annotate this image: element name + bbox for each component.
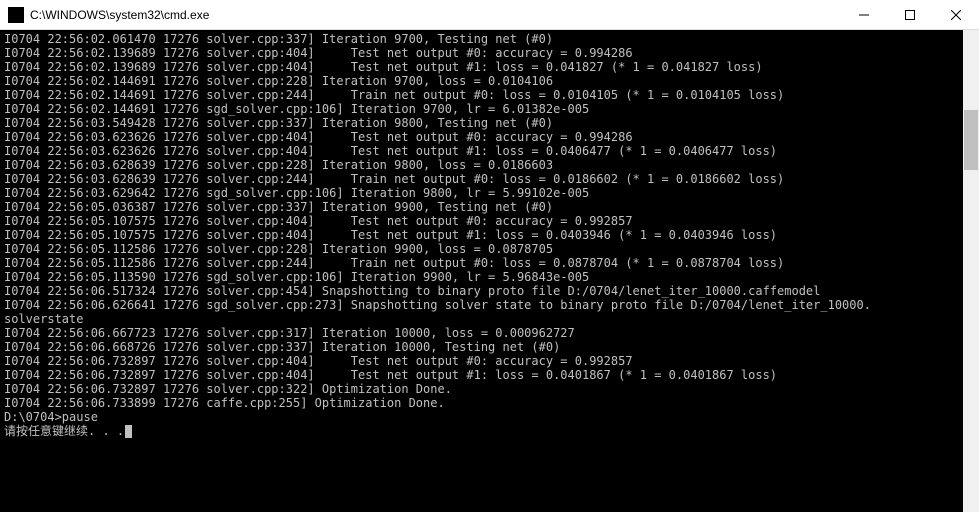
- terminal-line: I0704 22:56:05.036387 17276 solver.cpp:3…: [4, 200, 975, 214]
- terminal-output[interactable]: I0704 22:56:02.061470 17276 solver.cpp:3…: [0, 30, 979, 512]
- terminal-line: I0704 22:56:02.139689 17276 solver.cpp:4…: [4, 60, 975, 74]
- terminal-line: I0704 22:56:03.628639 17276 solver.cpp:2…: [4, 158, 975, 172]
- terminal-line: I0704 22:56:06.732897 17276 solver.cpp:4…: [4, 368, 975, 382]
- window-titlebar: C:\WINDOWS\system32\cmd.exe: [0, 0, 979, 30]
- terminal-line: I0704 22:56:06.732897 17276 solver.cpp:3…: [4, 382, 975, 396]
- minimize-button[interactable]: [841, 0, 887, 29]
- terminal-line: I0704 22:56:05.107575 17276 solver.cpp:4…: [4, 214, 975, 228]
- terminal-line: I0704 22:56:02.144691 17276 solver.cpp:2…: [4, 88, 975, 102]
- close-button[interactable]: [933, 0, 979, 29]
- terminal-line: I0704 22:56:06.517324 17276 solver.cpp:4…: [4, 284, 975, 298]
- terminal-line: D:\0704>pause: [4, 410, 975, 424]
- terminal-line: I0704 22:56:05.107575 17276 solver.cpp:4…: [4, 228, 975, 242]
- terminal-line: I0704 22:56:05.113590 17276 sgd_solver.c…: [4, 270, 975, 284]
- terminal-line: I0704 22:56:06.733899 17276 caffe.cpp:25…: [4, 396, 975, 410]
- text-cursor: [125, 425, 132, 438]
- terminal-line: I0704 22:56:06.626641 17276 sgd_solver.c…: [4, 298, 975, 312]
- terminal-line: I0704 22:56:06.668726 17276 solver.cpp:3…: [4, 340, 975, 354]
- vertical-scrollbar[interactable]: [963, 30, 979, 512]
- terminal-line: I0704 22:56:02.061470 17276 solver.cpp:3…: [4, 32, 975, 46]
- terminal-line: 请按任意键继续. . .: [4, 424, 975, 438]
- terminal-line: I0704 22:56:05.112586 17276 solver.cpp:2…: [4, 242, 975, 256]
- scrollbar-thumb[interactable]: [964, 110, 978, 170]
- terminal-line: I0704 22:56:03.629642 17276 sgd_solver.c…: [4, 186, 975, 200]
- terminal-line: I0704 22:56:02.144691 17276 solver.cpp:2…: [4, 74, 975, 88]
- window-title: C:\WINDOWS\system32\cmd.exe: [30, 8, 841, 22]
- cmd-icon: [8, 7, 24, 23]
- terminal-line: solverstate: [4, 312, 975, 326]
- terminal-line: I0704 22:56:03.628639 17276 solver.cpp:2…: [4, 172, 975, 186]
- terminal-line: I0704 22:56:06.667723 17276 solver.cpp:3…: [4, 326, 975, 340]
- terminal-line: I0704 22:56:03.549428 17276 solver.cpp:3…: [4, 116, 975, 130]
- terminal-line: I0704 22:56:03.623626 17276 solver.cpp:4…: [4, 144, 975, 158]
- terminal-line: I0704 22:56:02.139689 17276 solver.cpp:4…: [4, 46, 975, 60]
- maximize-button[interactable]: [887, 0, 933, 29]
- terminal-line: I0704 22:56:03.623626 17276 solver.cpp:4…: [4, 130, 975, 144]
- terminal-line: I0704 22:56:02.144691 17276 sgd_solver.c…: [4, 102, 975, 116]
- window-controls: [841, 0, 979, 29]
- terminal-line: I0704 22:56:05.112586 17276 solver.cpp:2…: [4, 256, 975, 270]
- terminal-line: I0704 22:56:06.732897 17276 solver.cpp:4…: [4, 354, 975, 368]
